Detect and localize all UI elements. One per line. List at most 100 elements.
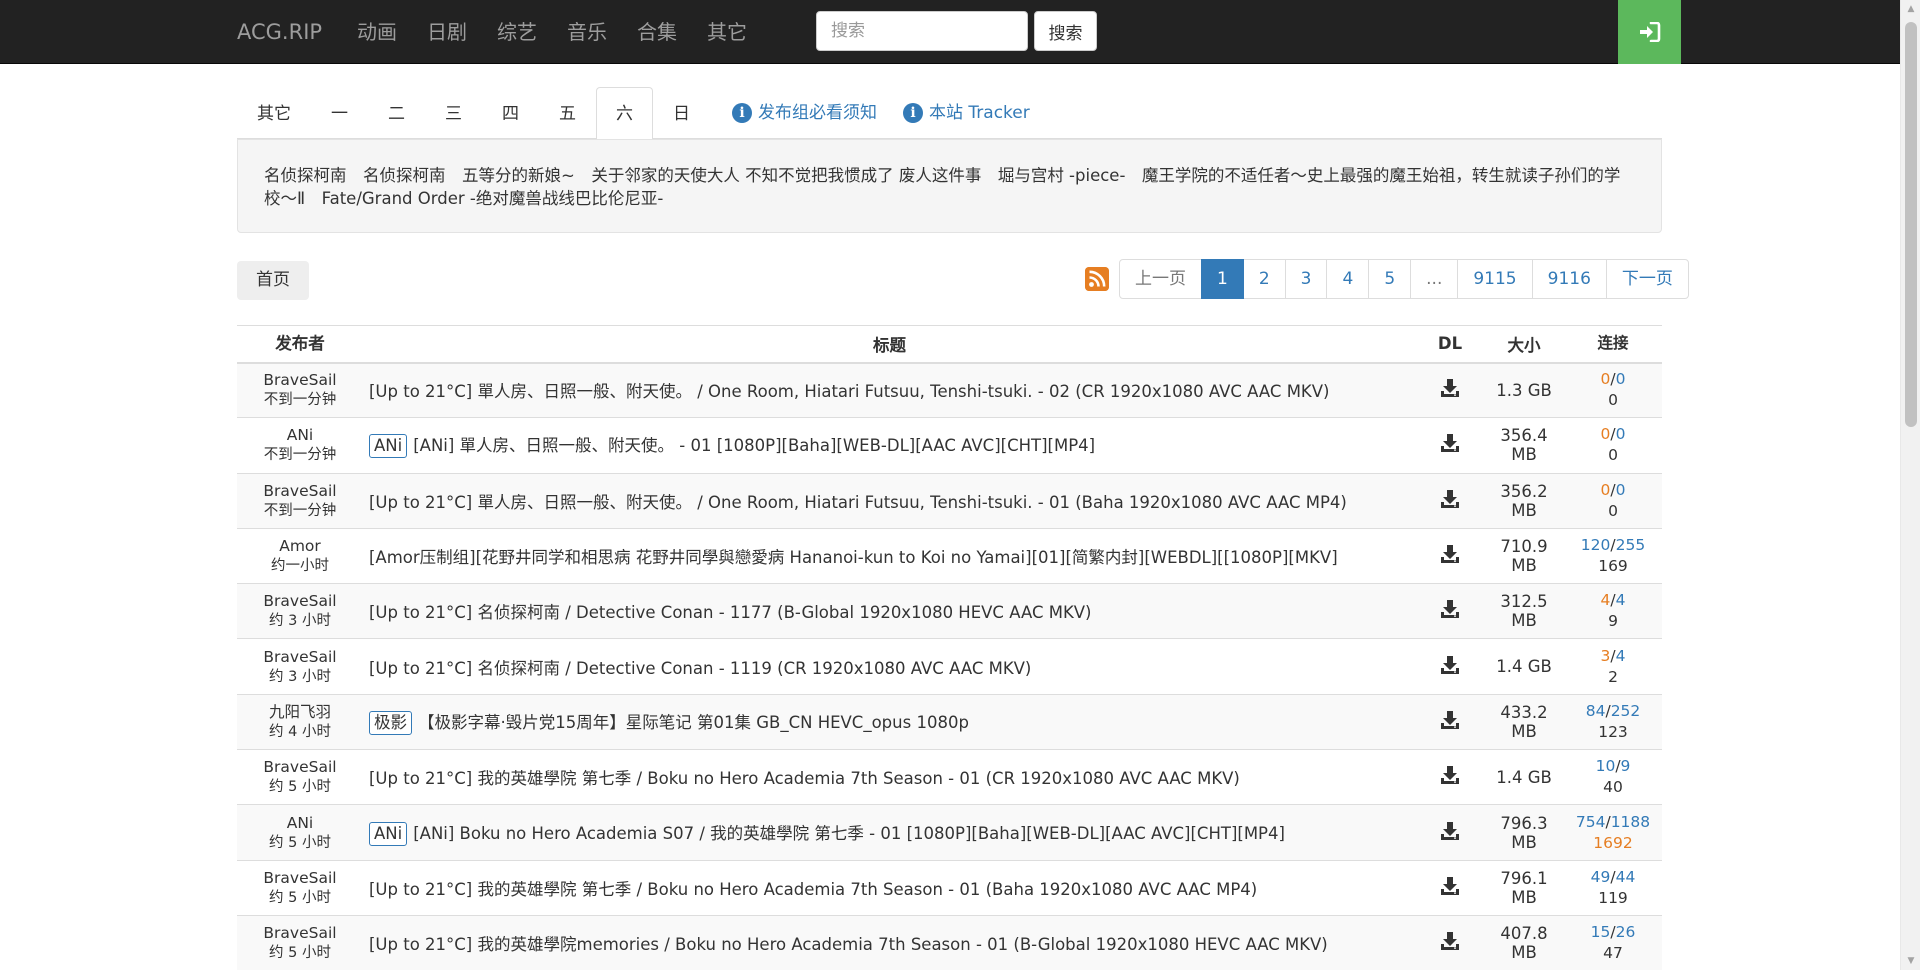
search-button[interactable]: 搜索 bbox=[1034, 11, 1097, 51]
download-icon[interactable] bbox=[1440, 433, 1460, 453]
seeders-count: 0 bbox=[1600, 425, 1611, 444]
size-cell: 356.4 MB bbox=[1484, 417, 1564, 474]
download-icon[interactable] bbox=[1440, 655, 1460, 675]
torrent-title-link[interactable]: [ANi] Boku no Hero Academia S07 / 我的英雄學院… bbox=[413, 824, 1285, 843]
page-ellipsis: ... bbox=[1410, 259, 1459, 299]
table-row: Amor 约一小时 [Amor压制组][花野井同学和相思病 花野井同學與戀愛病 … bbox=[237, 527, 1662, 584]
connections-cell: 0/0 0 bbox=[1564, 472, 1662, 529]
weekly-titles-text: 名侦探柯南 名侦探柯南 五等分的新娘~ 关于邻家的天使大人 不知不觉把我惯成了 … bbox=[264, 166, 1621, 208]
publisher-name[interactable]: BraveSail bbox=[243, 481, 357, 501]
team-badge[interactable]: 极影 bbox=[369, 710, 412, 735]
publisher-name[interactable]: BraveSail bbox=[243, 647, 357, 667]
publish-time: 约 4 小时 bbox=[269, 723, 331, 740]
download-icon[interactable] bbox=[1440, 599, 1460, 619]
torrent-title-link[interactable]: [Amor压制组][花野井同学和相思病 花野井同學與戀愛病 Hananoi-ku… bbox=[369, 548, 1338, 567]
torrent-title-link[interactable]: [ANi] 單人房、日照一般、附天使。 - 01 [1080P][Baha][W… bbox=[413, 436, 1095, 455]
download-icon[interactable] bbox=[1440, 876, 1460, 896]
leechers-count: 0 bbox=[1615, 370, 1626, 389]
page-2[interactable]: 2 bbox=[1242, 259, 1286, 299]
next-page-button[interactable]: 下一页 bbox=[1605, 259, 1689, 299]
torrent-title-link[interactable]: [Up to 21°C] 我的英雄學院 第七季 / Boku no Hero A… bbox=[369, 880, 1257, 899]
nav-link-collection[interactable]: 合集 bbox=[622, 0, 692, 64]
publisher-name[interactable]: Amor bbox=[243, 536, 357, 556]
leechers-count: 0 bbox=[1615, 480, 1626, 499]
nav-link-anime[interactable]: 动画 bbox=[342, 0, 412, 64]
completed-count: 2 bbox=[1608, 667, 1618, 686]
rss-icon[interactable] bbox=[1085, 267, 1109, 291]
seed-leech-line: 3/4 bbox=[1600, 646, 1626, 665]
scroll-thumb[interactable] bbox=[1905, 22, 1917, 427]
nav-link-variety[interactable]: 综艺 bbox=[482, 0, 552, 64]
site-brand[interactable]: ACG.RIP bbox=[237, 0, 322, 64]
nav-link-music[interactable]: 音乐 bbox=[552, 0, 622, 64]
nav-link-other[interactable]: 其它 bbox=[692, 0, 762, 64]
torrent-title-link[interactable]: [Up to 21°C] 名侦探柯南 / Detective Conan - 1… bbox=[369, 603, 1092, 622]
page-4[interactable]: 4 bbox=[1326, 259, 1370, 299]
scroll-down-arrow-icon[interactable]: ▼ bbox=[1901, 952, 1920, 970]
publisher-name[interactable]: ANi bbox=[243, 425, 357, 445]
size-cell: 1.3 GB bbox=[1484, 361, 1564, 418]
tab-sunday[interactable]: 日 bbox=[653, 87, 710, 139]
tab-friday[interactable]: 五 bbox=[539, 87, 596, 139]
team-badge[interactable]: ANi bbox=[369, 821, 408, 846]
download-icon[interactable] bbox=[1440, 821, 1460, 841]
tracker-link[interactable]: i 本站 Tracker bbox=[899, 87, 1052, 139]
scroll-up-arrow-icon[interactable]: ▲ bbox=[1901, 0, 1920, 18]
login-button[interactable] bbox=[1618, 0, 1681, 64]
torrent-title-link[interactable]: [Up to 21°C] 名侦探柯南 / Detective Conan - 1… bbox=[369, 659, 1031, 678]
connections-cell: 120/255 169 bbox=[1564, 527, 1662, 584]
torrent-title-link[interactable]: [Up to 21°C] 我的英雄學院memories / Boku no He… bbox=[369, 935, 1328, 954]
title-cell: [Up to 21°C] 名侦探柯南 / Detective Conan - 1… bbox=[363, 583, 1416, 639]
tab-wednesday[interactable]: 三 bbox=[425, 87, 482, 139]
download-icon[interactable] bbox=[1440, 489, 1460, 509]
page-scrollbar[interactable]: ▲ ▼ bbox=[1900, 0, 1920, 970]
download-icon[interactable] bbox=[1440, 378, 1460, 398]
table-row: 九阳飞羽 约 4 小时 极影 【极影字幕·毁片党15周年】星际笔记 第01集 GB… bbox=[237, 693, 1662, 750]
size-cell: 796.3 MB bbox=[1484, 804, 1564, 861]
seed-leech-line: 10/9 bbox=[1595, 757, 1631, 776]
tab-monday[interactable]: 一 bbox=[311, 87, 368, 139]
publisher-name[interactable]: BraveSail bbox=[243, 923, 357, 943]
page-9116[interactable]: 9116 bbox=[1531, 259, 1607, 299]
publisher-name[interactable]: ANi bbox=[243, 813, 357, 833]
size-cell: 710.9 MB bbox=[1484, 527, 1564, 584]
publisher-notice-link[interactable]: i 发布组必看须知 bbox=[710, 87, 899, 139]
search-input[interactable] bbox=[816, 11, 1028, 51]
tab-other[interactable]: 其它 bbox=[237, 87, 311, 139]
publisher-name[interactable]: BraveSail bbox=[243, 370, 357, 390]
download-icon[interactable] bbox=[1440, 765, 1460, 785]
table-header-row: 发布者 标题 DL 大小 连接 bbox=[237, 325, 1662, 364]
seeders-count: 0 bbox=[1600, 480, 1611, 499]
download-cell bbox=[1416, 859, 1484, 916]
completed-count: 0 bbox=[1608, 446, 1618, 465]
publisher-name[interactable]: 九阳飞羽 bbox=[243, 702, 357, 722]
page-1[interactable]: 1 bbox=[1201, 259, 1244, 299]
publisher-name[interactable]: BraveSail bbox=[243, 591, 357, 611]
page-3[interactable]: 3 bbox=[1284, 259, 1328, 299]
torrent-title-link[interactable]: [Up to 21°C] 單人房、日照一般、附天使。 / One Room, H… bbox=[369, 493, 1347, 512]
nav-link-drama[interactable]: 日剧 bbox=[412, 0, 482, 64]
publish-time: 约 5 小时 bbox=[269, 834, 331, 851]
title-cell: [Up to 21°C] 單人房、日照一般、附天使。 / One Room, H… bbox=[363, 472, 1416, 529]
tracker-label: 本站 Tracker bbox=[929, 103, 1030, 123]
download-icon[interactable] bbox=[1440, 710, 1460, 730]
prev-page-button[interactable]: 上一页 bbox=[1119, 259, 1202, 299]
page-5[interactable]: 5 bbox=[1368, 259, 1412, 299]
seed-leech-line: 120/255 bbox=[1580, 536, 1646, 555]
download-icon[interactable] bbox=[1440, 544, 1460, 564]
torrent-title-link[interactable]: 【极影字幕·毁片党15周年】星际笔记 第01集 GB_CN HEVC_opus … bbox=[418, 713, 969, 732]
torrent-title-link[interactable]: [Up to 21°C] 我的英雄學院 第七季 / Boku no Hero A… bbox=[369, 769, 1240, 788]
tab-saturday[interactable]: 六 bbox=[596, 87, 653, 140]
publisher-name[interactable]: BraveSail bbox=[243, 757, 357, 777]
leechers-count: 4 bbox=[1615, 646, 1626, 665]
torrent-title-link[interactable]: [Up to 21°C] 單人房、日照一般、附天使。 / One Room, H… bbox=[369, 382, 1329, 401]
publisher-cell: BraveSail 约 5 小时 bbox=[237, 859, 363, 916]
download-icon[interactable] bbox=[1440, 931, 1460, 951]
tab-tuesday[interactable]: 二 bbox=[368, 87, 425, 139]
team-badge[interactable]: ANi bbox=[369, 434, 408, 459]
publisher-name[interactable]: BraveSail bbox=[243, 868, 357, 888]
home-button[interactable]: 首页 bbox=[237, 261, 309, 300]
completed-count: 40 bbox=[1603, 778, 1623, 797]
tab-thursday[interactable]: 四 bbox=[482, 87, 539, 139]
page-9115[interactable]: 9115 bbox=[1457, 259, 1533, 299]
